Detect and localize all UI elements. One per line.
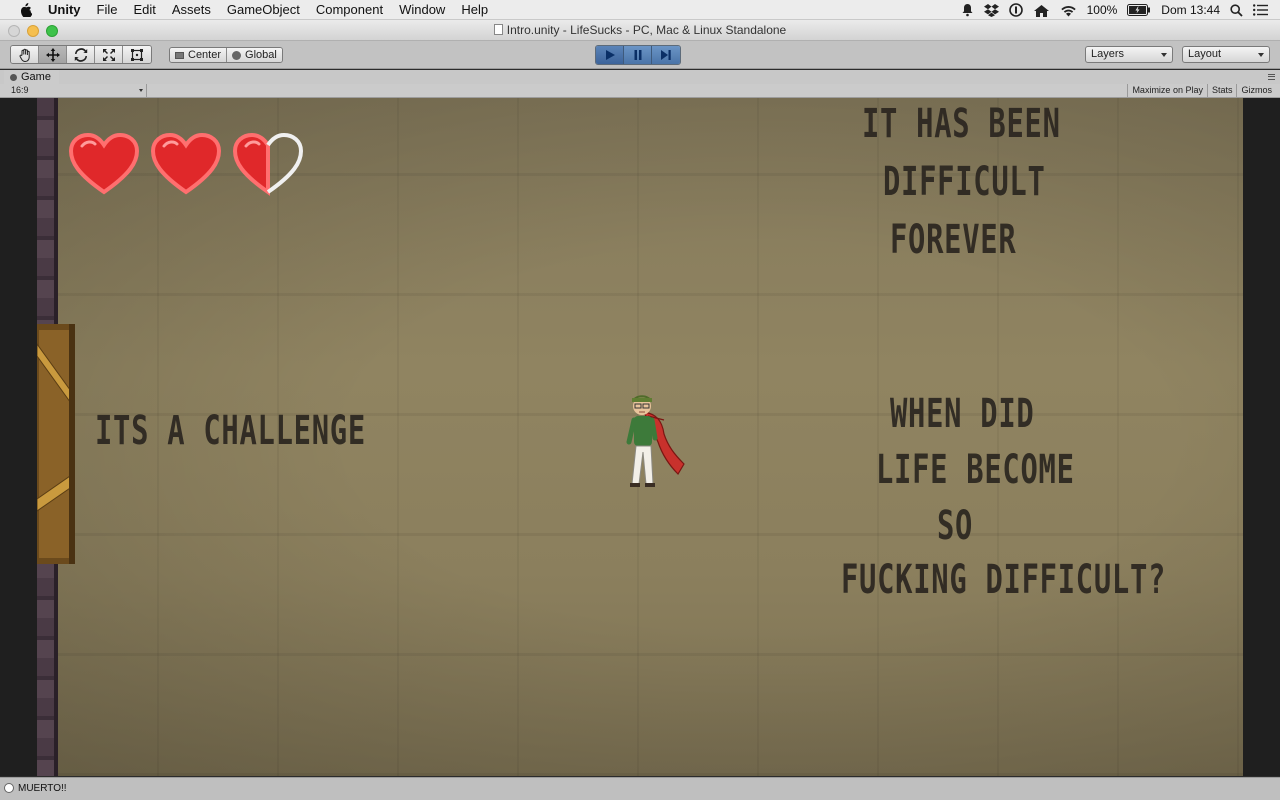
menu-app-unity[interactable]: Unity [48,2,81,17]
pause-icon [634,50,641,60]
info-icon [4,783,14,793]
aspect-ratio-label: 16:9 [11,85,29,95]
story-line: DIFFICULT [883,159,1046,205]
menu-help[interactable]: Help [461,2,488,17]
layout-dropdown[interactable]: Layout [1182,46,1270,63]
apple-icon[interactable] [18,2,32,17]
pause-button[interactable] [624,46,652,64]
step-button[interactable] [652,46,680,64]
rect-transform-icon [131,48,143,61]
play-icon [605,50,615,60]
battery-percentage: 100% [1086,3,1118,17]
document-icon [493,24,503,35]
notification-center-icon[interactable] [1253,4,1268,16]
rect-tool-button[interactable] [123,46,151,63]
menu-component[interactable]: Component [316,2,383,17]
pivot-rotation-toggle[interactable]: Global [226,48,282,62]
move-arrows-icon [45,47,60,62]
step-icon [661,50,671,60]
aspect-ratio-dropdown[interactable]: 16:9 [5,84,147,97]
tab-game-label: Game [21,71,51,83]
story-line: IT HAS BEEN [862,101,1061,147]
heart-full-icon [150,132,222,195]
chevron-down-icon [1161,53,1167,57]
console-status-bar[interactable]: MUERTO!! [0,777,1280,800]
story-line: LIFE BECOME [876,447,1075,493]
layers-dropdown[interactable]: Layers [1085,46,1173,63]
unity-toolbar: Center Global Layers Layout [0,41,1280,69]
globe-icon [232,50,242,60]
scale-icon [102,48,115,61]
pivot-mode-label: Center [188,49,222,61]
window-close-button[interactable] [8,25,20,37]
notification-bell-icon[interactable] [961,3,974,17]
pivot-center-icon [175,51,184,59]
game-scene: IT HAS BEEN DIFFICULT FOREVER ITS A CHAL… [37,98,1243,776]
window-minimize-button[interactable] [27,25,39,37]
maximize-on-play-toggle[interactable]: Maximize on Play [1127,84,1207,97]
heart-full-icon [68,132,140,195]
story-line: WHEN DID [890,391,1035,437]
dropbox-icon[interactable] [983,3,999,17]
wooden-door [37,324,75,564]
battery-icon[interactable] [1127,4,1151,16]
rotate-icon [74,47,87,62]
chevron-down-icon [1258,53,1264,57]
story-line: ITS A CHALLENGE [95,408,366,454]
stats-toggle[interactable]: Stats [1206,84,1237,97]
story-line: FOREVER [890,217,1017,263]
menu-window[interactable]: Window [399,2,445,17]
window-title: Intro.unity - LifeSucks - PC, Mac & Linu… [506,23,787,37]
play-button[interactable] [596,46,624,64]
story-line: SO [937,503,974,549]
hand-icon [18,48,30,62]
game-view[interactable]: IT HAS BEEN DIFFICULT FOREVER ITS A CHAL… [0,98,1280,776]
menu-bar-clock[interactable]: Dom 13:44 [1161,3,1220,17]
window-title-bar: Intro.unity - LifeSucks - PC, Mac & Linu… [0,20,1280,41]
hand-tool-button[interactable] [11,46,39,63]
heart-half-icon [232,132,304,196]
scale-tool-button[interactable] [95,46,123,63]
game-view-toolbar: 16:9 Maximize on Play Stats Gizmos [0,84,1280,98]
health-hearts [68,132,304,196]
spotlight-search-icon[interactable] [1230,3,1243,17]
rotate-tool-button[interactable] [67,46,95,63]
game-tab-bar: Game [0,70,1280,84]
console-last-message: MUERTO!! [18,783,67,794]
menu-assets[interactable]: Assets [172,2,211,17]
playback-controls [595,45,681,65]
story-line: FUCKING DIFFICULT? [841,557,1167,603]
tab-game[interactable]: Game [4,70,59,84]
menu-edit[interactable]: Edit [133,2,155,17]
menu-gameobject[interactable]: GameObject [227,2,300,17]
wifi-icon[interactable] [1060,4,1077,17]
pivot-mode-toggle[interactable]: Center [170,48,227,62]
layers-dropdown-label: Layers [1091,48,1125,60]
macos-menu-bar: Unity File Edit Assets GameObject Compon… [0,0,1280,20]
gizmos-dropdown[interactable]: Gizmos [1236,84,1276,97]
pivot-rotation-label: Global [245,49,277,61]
tab-options-menu-icon[interactable] [1268,74,1275,80]
player-character [626,395,685,487]
chevron-down-icon [139,89,143,92]
onepassword-icon[interactable] [1008,3,1023,17]
game-view-icon [10,73,17,81]
move-tool-button[interactable] [39,46,67,63]
transform-tools [10,45,152,64]
window-fullscreen-button[interactable] [46,25,58,37]
menu-file[interactable]: File [97,2,118,17]
time-machine-icon[interactable] [1033,4,1050,17]
layout-dropdown-label: Layout [1188,48,1222,60]
pivot-toggles: Center Global [169,47,283,63]
